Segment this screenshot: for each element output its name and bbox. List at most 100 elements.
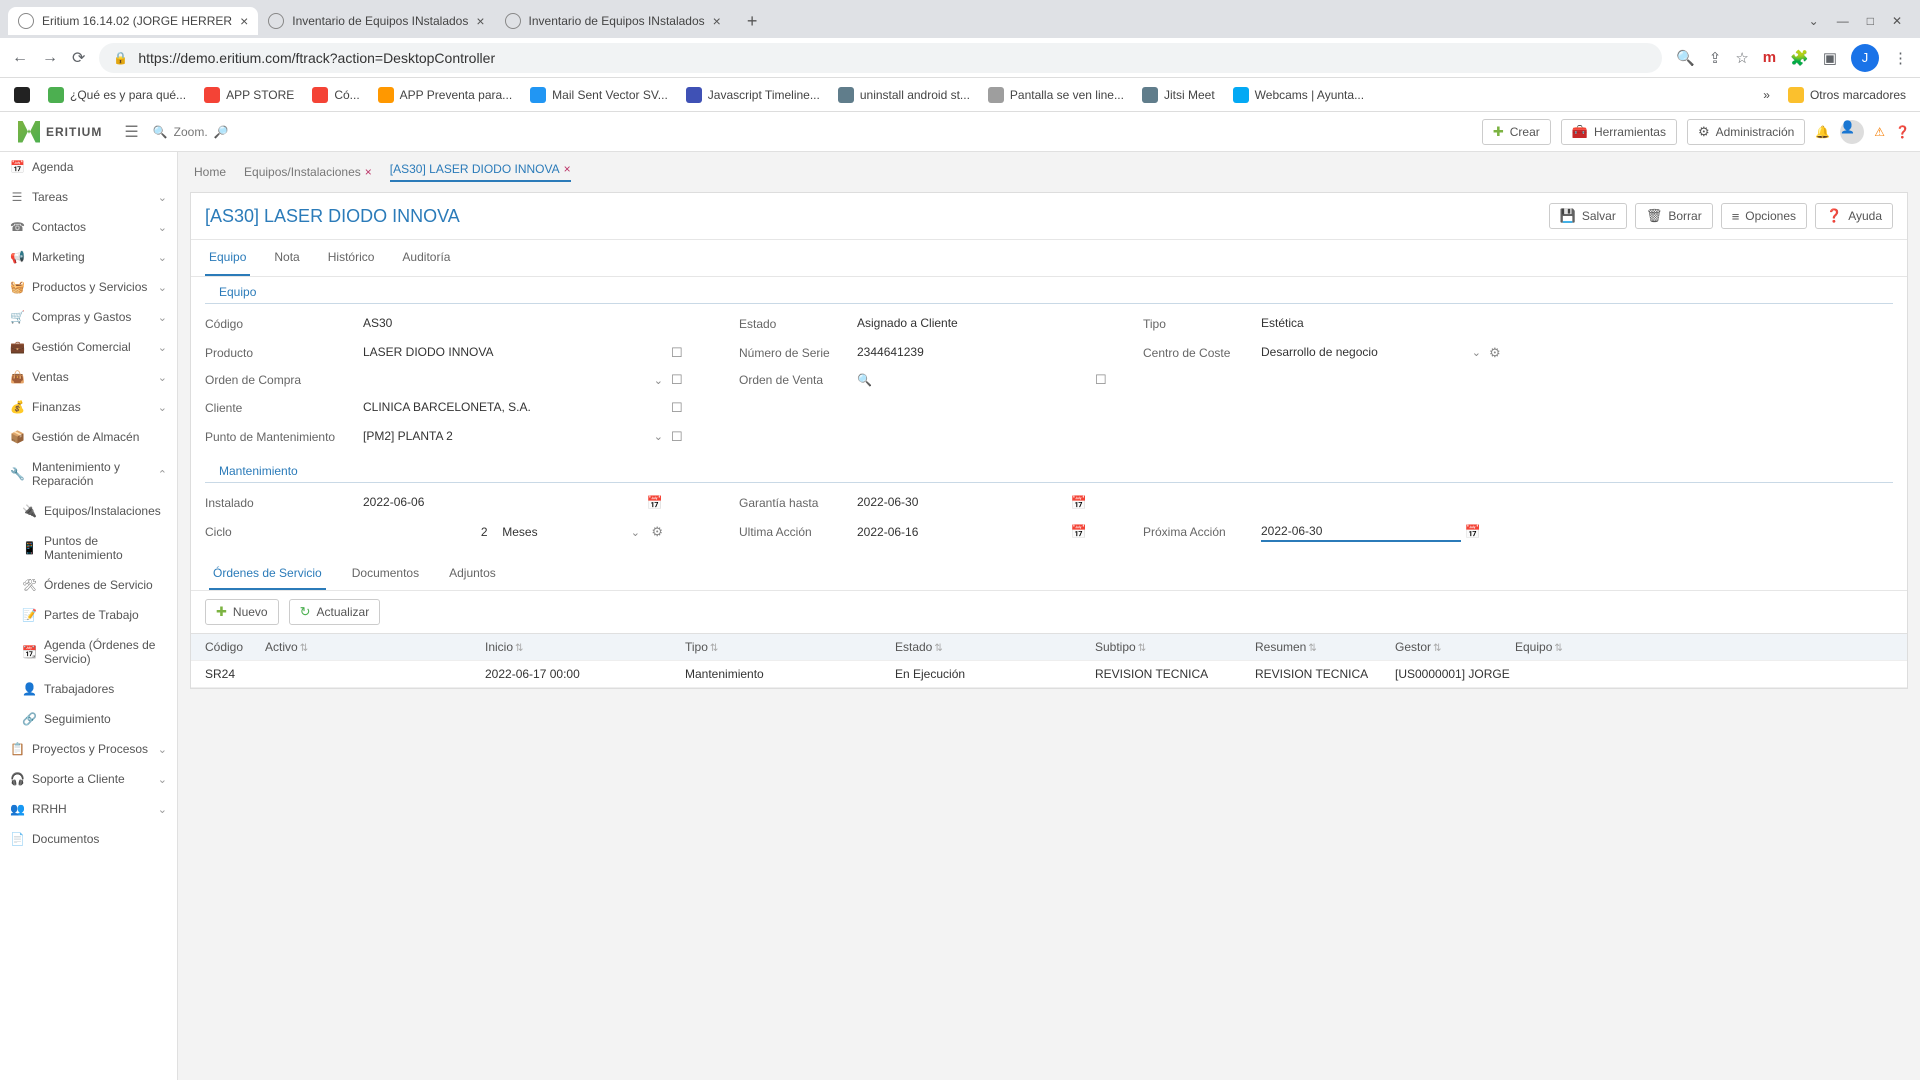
bookmark-item[interactable]: Webcams | Ayunta... (1233, 87, 1364, 103)
punto-select[interactable]: [PM2] PLANTA 2 (363, 427, 650, 446)
bookmark-item[interactable]: Mail Sent Vector SV... (530, 87, 668, 103)
sidebar-item[interactable]: 📱Puntos de Mantenimiento (0, 526, 177, 570)
sidepanel-icon[interactable]: ▣ (1823, 49, 1837, 67)
browser-tab[interactable]: Eritium 16.14.02 (JORGE HERRER × (8, 7, 258, 35)
proxima-date[interactable]: 2022-06-30 (1261, 522, 1461, 542)
bookmark-item[interactable]: APP STORE (204, 87, 294, 103)
admin-button[interactable]: ⚙Administración (1687, 119, 1805, 145)
lookup-icon[interactable]: ☐ (671, 400, 731, 416)
menu-icon[interactable]: ☰ (124, 122, 138, 142)
search-icon[interactable]: 🔍 (857, 373, 872, 387)
m-extension-icon[interactable]: m (1763, 49, 1776, 66)
chevron-down-icon[interactable]: ⌄ (654, 430, 663, 443)
profile-avatar[interactable]: J (1851, 44, 1879, 72)
new-button[interactable]: ✚Nuevo (205, 599, 279, 625)
bookmark-item[interactable]: ¿Qué es y para qué... (48, 87, 186, 103)
tab-historico[interactable]: Histórico (324, 240, 379, 276)
calendar-icon[interactable]: 📅 (1465, 524, 1481, 540)
garantia-date[interactable]: 2022-06-30 (857, 493, 1067, 512)
sidebar-item[interactable]: 📦Gestión de Almacén (0, 422, 177, 452)
close-icon[interactable]: × (476, 13, 484, 29)
browser-tab[interactable]: Inventario de Equipos INstalados × (495, 7, 731, 35)
share-icon[interactable]: ⇪ (1709, 49, 1722, 67)
minimize-icon[interactable]: — (1837, 14, 1849, 28)
sidebar-item[interactable]: 💰Finanzas⌄ (0, 392, 177, 422)
bookmark-item[interactable]: uninstall android st... (838, 87, 970, 103)
close-icon[interactable]: ✕ (1892, 14, 1902, 28)
calendar-icon[interactable]: 📅 (1071, 495, 1087, 511)
gear-icon[interactable]: ⚙ (1489, 345, 1529, 361)
gear-icon[interactable]: ⚙ (651, 524, 663, 540)
breadcrumb-item[interactable]: [AS30] LASER DIODO INNOVA× (390, 162, 571, 182)
bookmark-item[interactable] (14, 87, 30, 103)
warning-icon[interactable]: ⚠ (1874, 125, 1885, 139)
menu-icon[interactable]: ⋮ (1893, 49, 1908, 67)
col-activo[interactable]: Activo⇅ (265, 640, 485, 654)
zoom-out-icon[interactable]: 🔍 (153, 125, 168, 139)
close-icon[interactable]: × (713, 13, 721, 29)
sidebar-item[interactable]: 👥RRHH⌄ (0, 794, 177, 824)
grid-row[interactable]: SR24 2022-06-17 00:00 Mantenimiento En E… (191, 661, 1907, 688)
sidebar-item[interactable]: 🛠Órdenes de Servicio (0, 570, 177, 600)
sidebar-item[interactable]: 🎧Soporte a Cliente⌄ (0, 764, 177, 794)
subtab-adjuntos[interactable]: Adjuntos (445, 558, 500, 590)
bookmark-more-icon[interactable]: » (1763, 88, 1770, 102)
forward-icon[interactable]: → (42, 49, 58, 67)
sidebar-item[interactable]: 👤Trabajadores (0, 674, 177, 704)
bookmark-item[interactable]: Javascript Timeline... (686, 87, 820, 103)
ultima-date[interactable]: 2022-06-16 (857, 523, 1067, 542)
back-icon[interactable]: ← (12, 49, 28, 67)
bookmark-item[interactable]: APP Preventa para... (378, 87, 513, 103)
col-codigo[interactable]: Código (205, 640, 265, 654)
col-equipo[interactable]: Equipo⇅ (1515, 640, 1615, 654)
sidebar-item[interactable]: 🔧Mantenimiento y Reparación⌃ (0, 452, 177, 496)
centro-select[interactable]: Desarrollo de negocio (1261, 343, 1468, 362)
orden-venta-input[interactable] (876, 378, 1087, 383)
col-subtipo[interactable]: Subtipo⇅ (1095, 640, 1255, 654)
lock-icon[interactable]: 🔒 (113, 51, 128, 65)
cliente-input[interactable]: CLINICA BARCELONETA, S.A. (363, 398, 663, 417)
orden-compra-select[interactable] (363, 378, 650, 383)
brand-logo[interactable]: ERITIUM (10, 121, 110, 143)
lookup-icon[interactable]: ☐ (671, 345, 731, 361)
star-icon[interactable]: ☆ (1735, 49, 1748, 67)
chevron-down-icon[interactable]: ⌄ (1809, 14, 1819, 28)
chevron-down-icon[interactable]: ⌄ (631, 526, 640, 539)
help-icon[interactable]: ❓ (1895, 125, 1910, 139)
close-icon[interactable]: × (365, 165, 372, 179)
sidebar-item[interactable]: 👜Ventas⌄ (0, 362, 177, 392)
col-resumen[interactable]: Resumen⇅ (1255, 640, 1395, 654)
bookmark-item[interactable]: Jitsi Meet (1142, 87, 1215, 103)
col-inicio[interactable]: Inicio⇅ (485, 640, 685, 654)
bookmark-item[interactable]: Có... (312, 87, 359, 103)
user-icon[interactable]: 👤 (1840, 120, 1864, 144)
tools-button[interactable]: 🧰Herramientas (1561, 119, 1677, 145)
other-bookmarks[interactable]: Otros marcadores (1788, 87, 1906, 103)
lookup-icon[interactable]: ☐ (671, 429, 731, 445)
bookmark-item[interactable]: Pantalla se ven line... (988, 87, 1124, 103)
sidebar-item[interactable]: 📄Documentos (0, 824, 177, 854)
sidebar-item[interactable]: ☎Contactos⌄ (0, 212, 177, 242)
chevron-down-icon[interactable]: ⌄ (654, 374, 663, 387)
refresh-button[interactable]: ↻Actualizar (289, 599, 381, 625)
close-icon[interactable]: × (240, 13, 248, 29)
serie-input[interactable]: 2344641239 (857, 343, 1087, 362)
sidebar-item[interactable]: 📋Proyectos y Procesos⌄ (0, 734, 177, 764)
calendar-icon[interactable]: 📅 (1071, 524, 1087, 540)
lookup-icon[interactable]: ☐ (671, 372, 731, 388)
tab-nota[interactable]: Nota (270, 240, 303, 276)
ciclo-unit[interactable]: Meses (502, 523, 627, 542)
col-estado[interactable]: Estado⇅ (895, 640, 1095, 654)
tab-equipo[interactable]: Equipo (205, 240, 250, 276)
col-gestor[interactable]: Gestor⇅ (1395, 640, 1515, 654)
col-tipo[interactable]: Tipo⇅ (685, 640, 895, 654)
zoom-in-icon[interactable]: 🔎 (214, 125, 229, 139)
subtab-documentos[interactable]: Documentos (348, 558, 423, 590)
search-icon[interactable]: 🔍 (1676, 49, 1695, 67)
breadcrumb-item[interactable]: Equipos/Instalaciones× (244, 165, 372, 179)
extensions-icon[interactable]: 🧩 (1790, 49, 1809, 67)
maximize-icon[interactable]: □ (1867, 14, 1874, 28)
sidebar-item[interactable]: 🛒Compras y Gastos⌄ (0, 302, 177, 332)
chevron-down-icon[interactable]: ⌄ (1472, 346, 1481, 359)
producto-input[interactable]: LASER DIODO INNOVA (363, 343, 663, 362)
